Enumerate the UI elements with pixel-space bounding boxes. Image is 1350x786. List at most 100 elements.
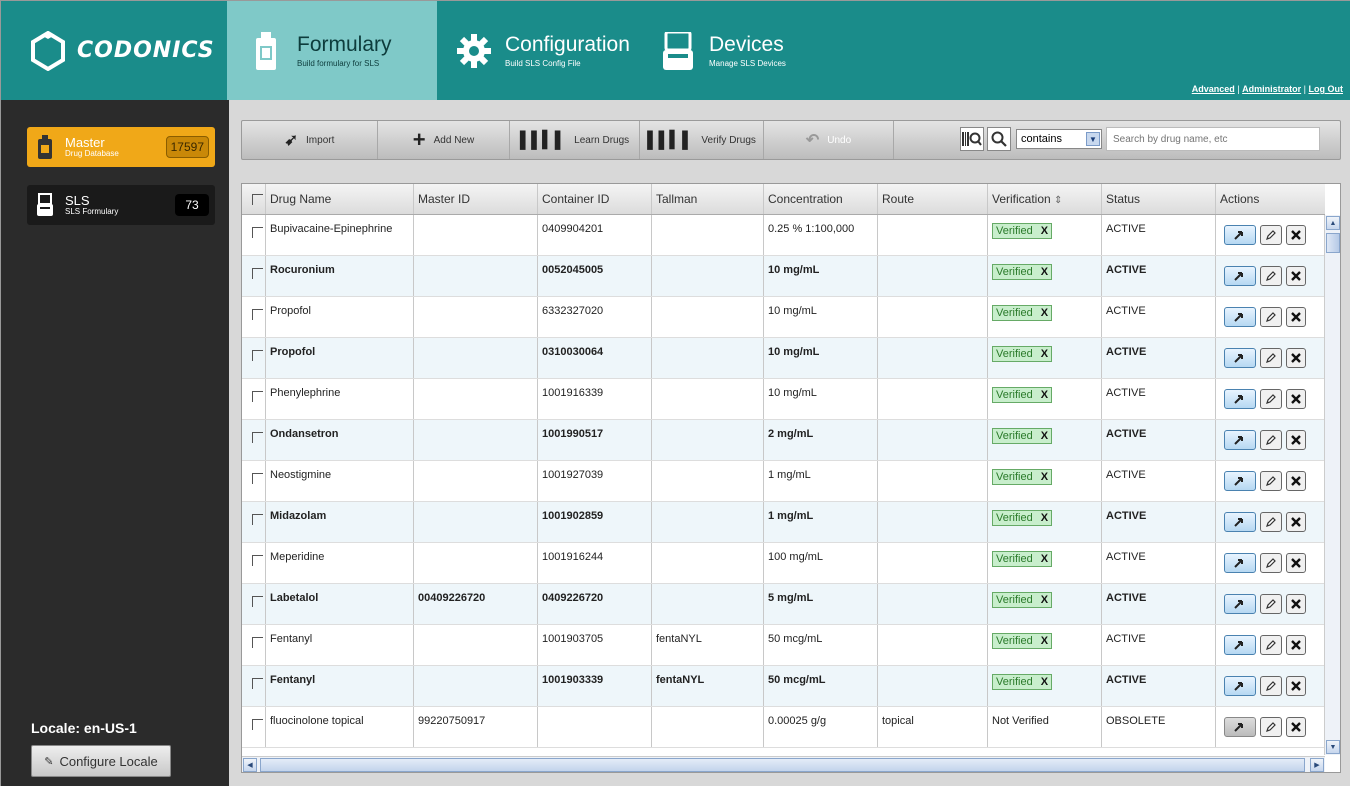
unverify-x-icon[interactable]: X bbox=[1041, 635, 1048, 647]
horizontal-scroll-thumb[interactable] bbox=[260, 758, 1305, 772]
edit-action-button[interactable] bbox=[1260, 389, 1282, 409]
scroll-up-icon[interactable]: ▲ bbox=[1326, 216, 1340, 230]
row-checkbox[interactable] bbox=[252, 227, 263, 238]
edit-action-button[interactable] bbox=[1260, 225, 1282, 245]
verify-action-button[interactable] bbox=[1224, 676, 1256, 696]
unverify-x-icon[interactable]: X bbox=[1041, 471, 1048, 483]
verify-action-button[interactable] bbox=[1224, 594, 1256, 614]
sidebar-item-master[interactable]: Master Drug Database 17597 bbox=[27, 127, 215, 167]
edit-action-button[interactable] bbox=[1260, 717, 1282, 737]
verify-action-button[interactable] bbox=[1224, 471, 1256, 491]
tab-configuration[interactable]: Configuration Build SLS Config File bbox=[437, 1, 655, 100]
delete-action-button[interactable] bbox=[1286, 266, 1306, 286]
advanced-link[interactable]: Advanced bbox=[1192, 84, 1235, 94]
edit-action-button[interactable] bbox=[1260, 348, 1282, 368]
search-input[interactable] bbox=[1106, 127, 1320, 151]
table-row[interactable]: Propofol 0310030064 10 mg/mL Verified X ACTIV… bbox=[242, 338, 1325, 379]
verify-action-button[interactable] bbox=[1224, 512, 1256, 532]
verify-action-button[interactable] bbox=[1224, 430, 1256, 450]
configure-locale-button[interactable]: ✎ Configure Locale bbox=[31, 745, 171, 777]
verify-drugs-button[interactable]: ▌▌▍▌ Verify Drugs bbox=[640, 121, 764, 159]
edit-action-button[interactable] bbox=[1260, 471, 1282, 491]
verify-action-button[interactable] bbox=[1224, 348, 1256, 368]
row-checkbox[interactable] bbox=[252, 350, 263, 361]
undo-button[interactable]: ↶ Undo bbox=[764, 121, 894, 159]
delete-action-button[interactable] bbox=[1286, 553, 1306, 573]
horizontal-scrollbar[interactable]: ◀ ▶ bbox=[242, 756, 1325, 772]
table-row[interactable]: Fentanyl 1001903705 fentaNYL 50 mcg/mL Verif… bbox=[242, 625, 1325, 666]
administrator-link[interactable]: Administrator bbox=[1242, 84, 1301, 94]
row-checkbox[interactable] bbox=[252, 637, 263, 648]
edit-action-button[interactable] bbox=[1260, 266, 1282, 286]
edit-action-button[interactable] bbox=[1260, 430, 1282, 450]
delete-action-button[interactable] bbox=[1286, 717, 1306, 737]
edit-action-button[interactable] bbox=[1260, 635, 1282, 655]
column-header-container-id[interactable]: Container ID bbox=[538, 184, 652, 214]
row-checkbox[interactable] bbox=[252, 678, 263, 689]
table-row[interactable]: Propofol 6332327020 10 mg/mL Verified X ACTIV… bbox=[242, 297, 1325, 338]
row-checkbox[interactable] bbox=[252, 391, 263, 402]
verify-action-button[interactable] bbox=[1224, 553, 1256, 573]
delete-action-button[interactable] bbox=[1286, 635, 1306, 655]
table-row[interactable]: fluocinolone topical 99220750917 0.00025 g… bbox=[242, 707, 1325, 748]
verify-action-button[interactable] bbox=[1224, 266, 1256, 286]
unverify-x-icon[interactable]: X bbox=[1041, 512, 1048, 524]
row-checkbox[interactable] bbox=[252, 555, 263, 566]
table-row[interactable]: Midazolam 1001902859 1 mg/mL Verified X ACTIV… bbox=[242, 502, 1325, 543]
barcode-search-icon[interactable] bbox=[960, 127, 984, 151]
delete-action-button[interactable] bbox=[1286, 389, 1306, 409]
verify-action-button[interactable] bbox=[1224, 717, 1256, 737]
row-checkbox[interactable] bbox=[252, 268, 263, 279]
edit-action-button[interactable] bbox=[1260, 307, 1282, 327]
verify-action-button[interactable] bbox=[1224, 307, 1256, 327]
add-new-button[interactable]: + Add New bbox=[378, 121, 510, 159]
unverify-x-icon[interactable]: X bbox=[1041, 430, 1048, 442]
scroll-down-icon[interactable]: ▼ bbox=[1326, 740, 1340, 754]
scroll-left-icon[interactable]: ◀ bbox=[243, 758, 257, 772]
column-header-drug-name[interactable]: Drug Name bbox=[266, 184, 414, 214]
tab-devices[interactable]: Devices Manage SLS Devices bbox=[655, 1, 855, 100]
row-checkbox[interactable] bbox=[252, 432, 263, 443]
tab-formulary[interactable]: Formulary Build formulary for SLS bbox=[227, 1, 437, 100]
column-header-verification[interactable]: Verification ⇕ bbox=[988, 184, 1102, 214]
table-row[interactable]: Ondansetron 1001990517 2 mg/mL Verified X ACT… bbox=[242, 420, 1325, 461]
column-header-master-id[interactable]: Master ID bbox=[414, 184, 538, 214]
edit-action-button[interactable] bbox=[1260, 594, 1282, 614]
row-checkbox[interactable] bbox=[252, 719, 263, 730]
unverify-x-icon[interactable]: X bbox=[1041, 348, 1048, 360]
table-row[interactable]: Fentanyl 1001903339 fentaNYL 50 mcg/mL Verif… bbox=[242, 666, 1325, 707]
unverify-x-icon[interactable]: X bbox=[1041, 594, 1048, 606]
unverify-x-icon[interactable]: X bbox=[1041, 266, 1048, 278]
table-row[interactable]: Meperidine 1001916244 100 mg/mL Verified X AC… bbox=[242, 543, 1325, 584]
table-row[interactable]: Neostigmine 1001927039 1 mg/mL Verified X ACT… bbox=[242, 461, 1325, 502]
delete-action-button[interactable] bbox=[1286, 471, 1306, 491]
row-checkbox[interactable] bbox=[252, 309, 263, 320]
column-header-status[interactable]: Status bbox=[1102, 184, 1216, 214]
delete-action-button[interactable] bbox=[1286, 225, 1306, 245]
logout-link[interactable]: Log Out bbox=[1309, 84, 1344, 94]
column-header-route[interactable]: Route bbox=[878, 184, 988, 214]
verify-action-button[interactable] bbox=[1224, 389, 1256, 409]
search-icon[interactable] bbox=[987, 127, 1011, 151]
edit-action-button[interactable] bbox=[1260, 553, 1282, 573]
sidebar-item-sls[interactable]: SLS SLS Formulary 73 bbox=[27, 185, 215, 225]
import-button[interactable]: ➹ Import bbox=[242, 121, 378, 159]
select-all-checkbox[interactable] bbox=[252, 194, 263, 205]
search-mode-select[interactable]: contains ▼ bbox=[1016, 129, 1102, 149]
edit-action-button[interactable] bbox=[1260, 512, 1282, 532]
delete-action-button[interactable] bbox=[1286, 676, 1306, 696]
table-row[interactable]: Rocuronium 0052045005 10 mg/mL Verified X ACT… bbox=[242, 256, 1325, 297]
table-row[interactable]: Bupivacaine-Epinephrine 0409904201 0.25 % … bbox=[242, 215, 1325, 256]
unverify-x-icon[interactable]: X bbox=[1041, 389, 1048, 401]
unverify-x-icon[interactable]: X bbox=[1041, 307, 1048, 319]
verify-action-button[interactable] bbox=[1224, 225, 1256, 245]
table-row[interactable]: Phenylephrine 1001916339 10 mg/mL Verified X… bbox=[242, 379, 1325, 420]
vertical-scroll-thumb[interactable] bbox=[1326, 233, 1340, 253]
delete-action-button[interactable] bbox=[1286, 512, 1306, 532]
column-header-concentration[interactable]: Concentration bbox=[764, 184, 878, 214]
row-checkbox[interactable] bbox=[252, 514, 263, 525]
delete-action-button[interactable] bbox=[1286, 594, 1306, 614]
learn-drugs-button[interactable]: ▌▌▍▌ Learn Drugs bbox=[510, 121, 640, 159]
delete-action-button[interactable] bbox=[1286, 307, 1306, 327]
scroll-right-icon[interactable]: ▶ bbox=[1310, 758, 1324, 772]
